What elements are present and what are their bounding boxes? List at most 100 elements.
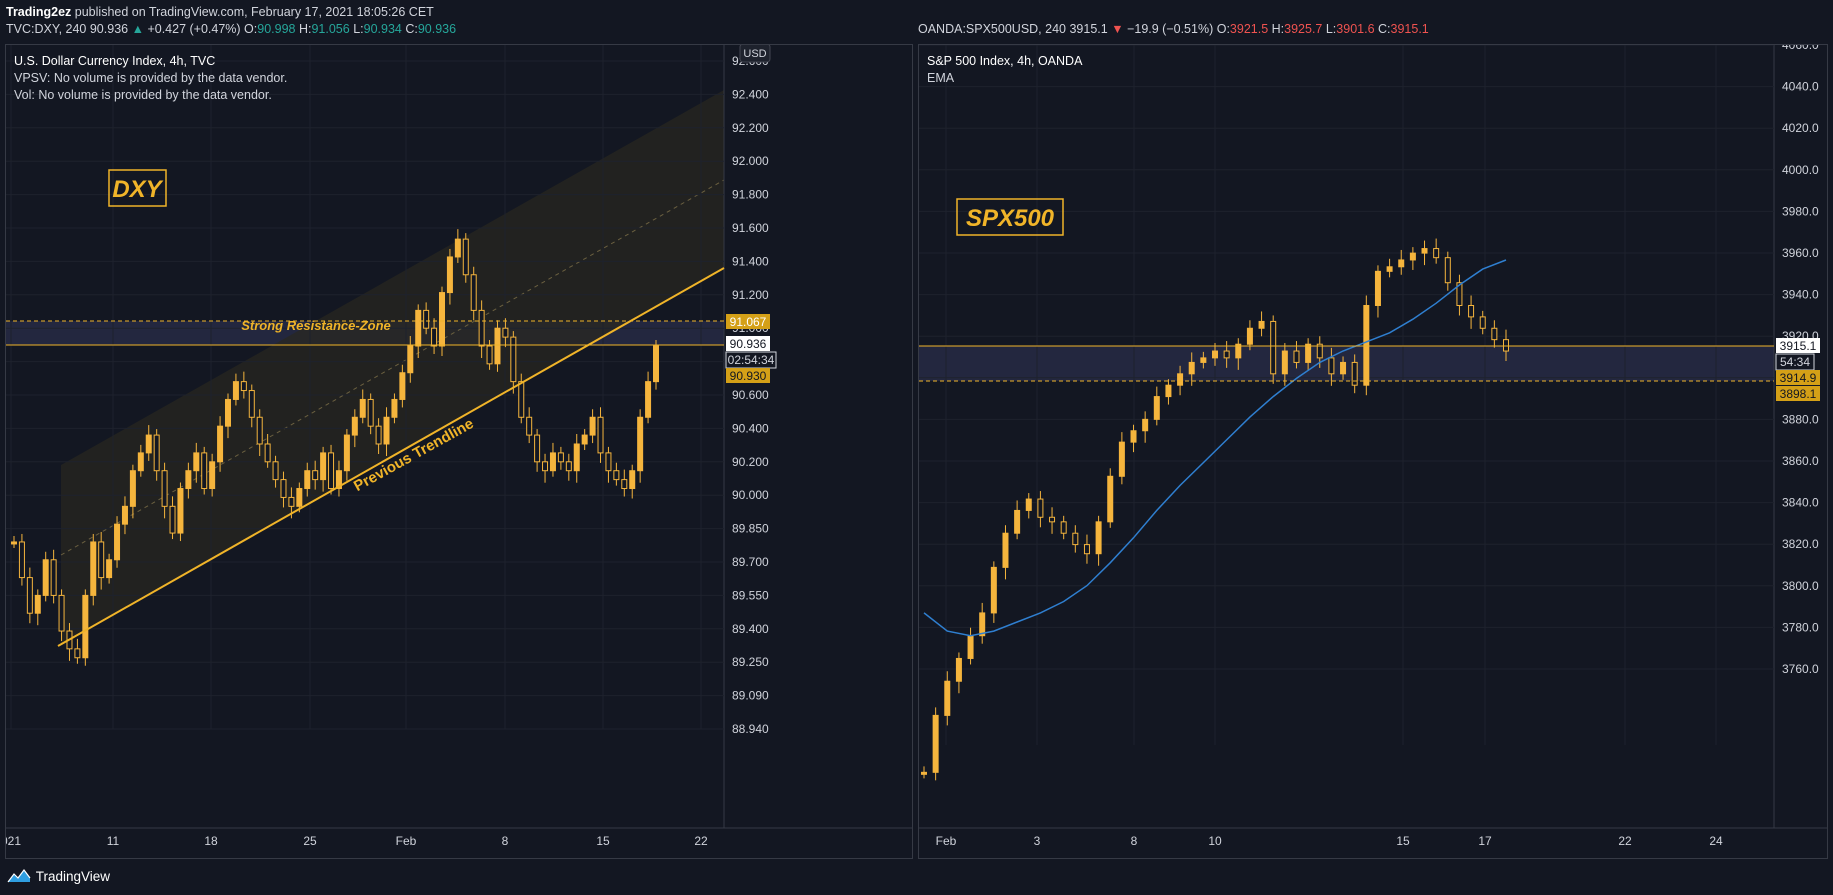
spx-change: −19.9 (−0.51%) — [1127, 22, 1214, 36]
spx-candle-body — [1049, 516, 1056, 523]
dxy-candle-body — [375, 425, 382, 445]
y-tick-label: 89.250 — [732, 655, 769, 669]
dxy-candle-body — [629, 470, 636, 490]
y-tick-label: 88.940 — [732, 722, 769, 736]
dxy-candle-body — [581, 434, 588, 445]
down-arrow-icon: ▼ — [1111, 22, 1124, 36]
spx-candle-body — [955, 657, 962, 682]
dxy-candle-body — [462, 238, 469, 276]
dxy-chart[interactable]: 92.60092.40092.20092.00091.80091.60091.4… — [6, 45, 912, 858]
countdown-value: 02:54:34 — [728, 353, 775, 367]
publisher-name[interactable]: Trading2ez — [6, 5, 71, 19]
dxy-chart-panel[interactable]: 92.60092.40092.20092.00091.80091.60091.4… — [5, 44, 913, 859]
spx-candle-body — [1433, 248, 1440, 259]
y-tick-label: 90.200 — [732, 455, 769, 469]
x-tick-label: Feb — [936, 834, 957, 848]
spx-chart[interactable]: 4060.0 4040.0 4020.0 4000.0 3980.0 3960.0 3940… — [919, 45, 1827, 858]
dxy-candle-body — [383, 416, 390, 445]
published-text: published on TradingView.com, February 1… — [74, 5, 434, 19]
dxy-candle-body — [439, 292, 445, 347]
dxy-candle-body — [225, 398, 231, 427]
resistance-zone — [919, 346, 1774, 381]
open-label: O: — [244, 22, 258, 36]
vol-note: Vol: No volume is provided by the data v… — [14, 88, 272, 102]
dxy-candle-body — [486, 345, 493, 365]
x-tick-label: Feb — [396, 834, 417, 848]
y-tick-label: 89.700 — [732, 555, 769, 569]
spx-candle-body — [1072, 532, 1079, 546]
spx-price: 3915.1 — [1069, 22, 1108, 36]
spx-candle-body — [1142, 418, 1149, 432]
dxy-candle-body — [645, 381, 652, 418]
dxy-label-text: DXY — [112, 176, 163, 203]
spx-close: 3915.1 — [1390, 22, 1429, 36]
x-tick-label: 22 — [1618, 834, 1632, 848]
x-tick-label: 18 — [204, 834, 218, 848]
spx-candle-body — [1002, 532, 1009, 568]
x-tick-label: 3 — [1034, 834, 1041, 848]
spx-candle-body — [1165, 384, 1172, 398]
x-tick-label: 24 — [1709, 834, 1723, 848]
dxy-candle-body — [637, 416, 644, 472]
spx-candle-body — [944, 680, 951, 716]
dxy-candle-body — [415, 309, 422, 347]
high-label: H: — [1271, 22, 1285, 36]
y-tick-label: 3760.0 — [1782, 662, 1819, 676]
spx-open: 3921.5 — [1229, 22, 1269, 36]
publish-line: Trading2ez published on TradingView.com,… — [6, 5, 434, 19]
dxy-candle-body — [18, 541, 25, 579]
spx-candle-body — [1386, 266, 1393, 272]
dxy-candle-body — [494, 327, 501, 365]
low-label: L: — [1325, 22, 1337, 36]
spx-candle-body — [967, 635, 974, 659]
dxy-legend: TVC:DXY, 240 90.936 ▲ +0.427 (+0.47%) O:… — [6, 22, 456, 36]
spx-candle-body — [1305, 343, 1312, 363]
zone-top-value: 3914.9 — [1780, 371, 1817, 385]
y-tick-label: 3960.0 — [1782, 246, 1819, 260]
dxy-candle-body — [177, 488, 184, 534]
dxy-candle-body — [510, 336, 517, 383]
dxy-candle-body — [34, 594, 41, 614]
spx-candle-body — [1037, 498, 1044, 518]
dxy-candle-body — [26, 577, 33, 614]
spx-candle-body — [1095, 521, 1102, 555]
y-tick-label: 92.200 — [732, 121, 769, 135]
dxy-candle-body — [431, 327, 438, 347]
spx-panel-title[interactable]: S&P 500 Index, 4h, OANDA — [927, 53, 1082, 70]
dxy-candle-body — [256, 416, 263, 445]
countdown-value: 54:34 — [1780, 355, 1810, 369]
dxy-candle-body — [304, 470, 311, 490]
spx-candle-body — [1060, 521, 1067, 534]
y-tick-label: 3880.0 — [1782, 412, 1819, 426]
dxy-candle-body — [391, 398, 398, 418]
x-tick-label: 11 — [107, 834, 120, 848]
y-tick-label: 89.550 — [732, 588, 769, 602]
y-tick-label: 91.400 — [732, 254, 769, 268]
spx-candle-body — [1491, 327, 1498, 341]
dxy-panel-legend: U.S. Dollar Currency Index, 4h, TVC VPSV… — [14, 53, 287, 104]
dxy-candle-body — [549, 452, 556, 472]
dxy-panel-title[interactable]: U.S. Dollar Currency Index, 4h, TVC — [14, 53, 287, 70]
y-tick-label: 89.400 — [732, 622, 769, 636]
dxy-candle-body — [399, 372, 406, 400]
spx-symbol[interactable]: OANDA:SPX500USD, 240 — [918, 22, 1066, 36]
y-tick-label: 4040.0 — [1782, 80, 1819, 94]
x-tick-label: 17 — [1478, 834, 1492, 848]
last-price-value: 3915.1 — [1780, 339, 1817, 353]
dxy-symbol[interactable]: TVC:DXY, 240 — [6, 22, 86, 36]
spx-candle-body — [1200, 357, 1207, 363]
y-tick-label: 4060.0 — [1782, 45, 1819, 52]
spx-chart-panel[interactable]: 4060.0 4040.0 4020.0 4000.0 3980.0 3960.0 3940… — [918, 44, 1828, 859]
y-tick-label: 90.600 — [732, 388, 769, 402]
y-tick-label: 3980.0 — [1782, 204, 1819, 218]
ema-label[interactable]: EMA — [927, 70, 1082, 87]
dxy-candle-body — [193, 452, 200, 472]
dxy-candle-body — [328, 452, 335, 490]
tradingview-footer[interactable]: TradingView — [6, 868, 110, 888]
y-tick-label: 91.200 — [732, 288, 769, 302]
dxy-candle-body — [613, 470, 620, 481]
vpsv-note: VPSV: No volume is provided by the data … — [14, 71, 288, 85]
dxy-candle-body — [42, 559, 49, 596]
spx-high: 3925.7 — [1284, 22, 1323, 36]
dxy-candle-body — [185, 470, 192, 490]
